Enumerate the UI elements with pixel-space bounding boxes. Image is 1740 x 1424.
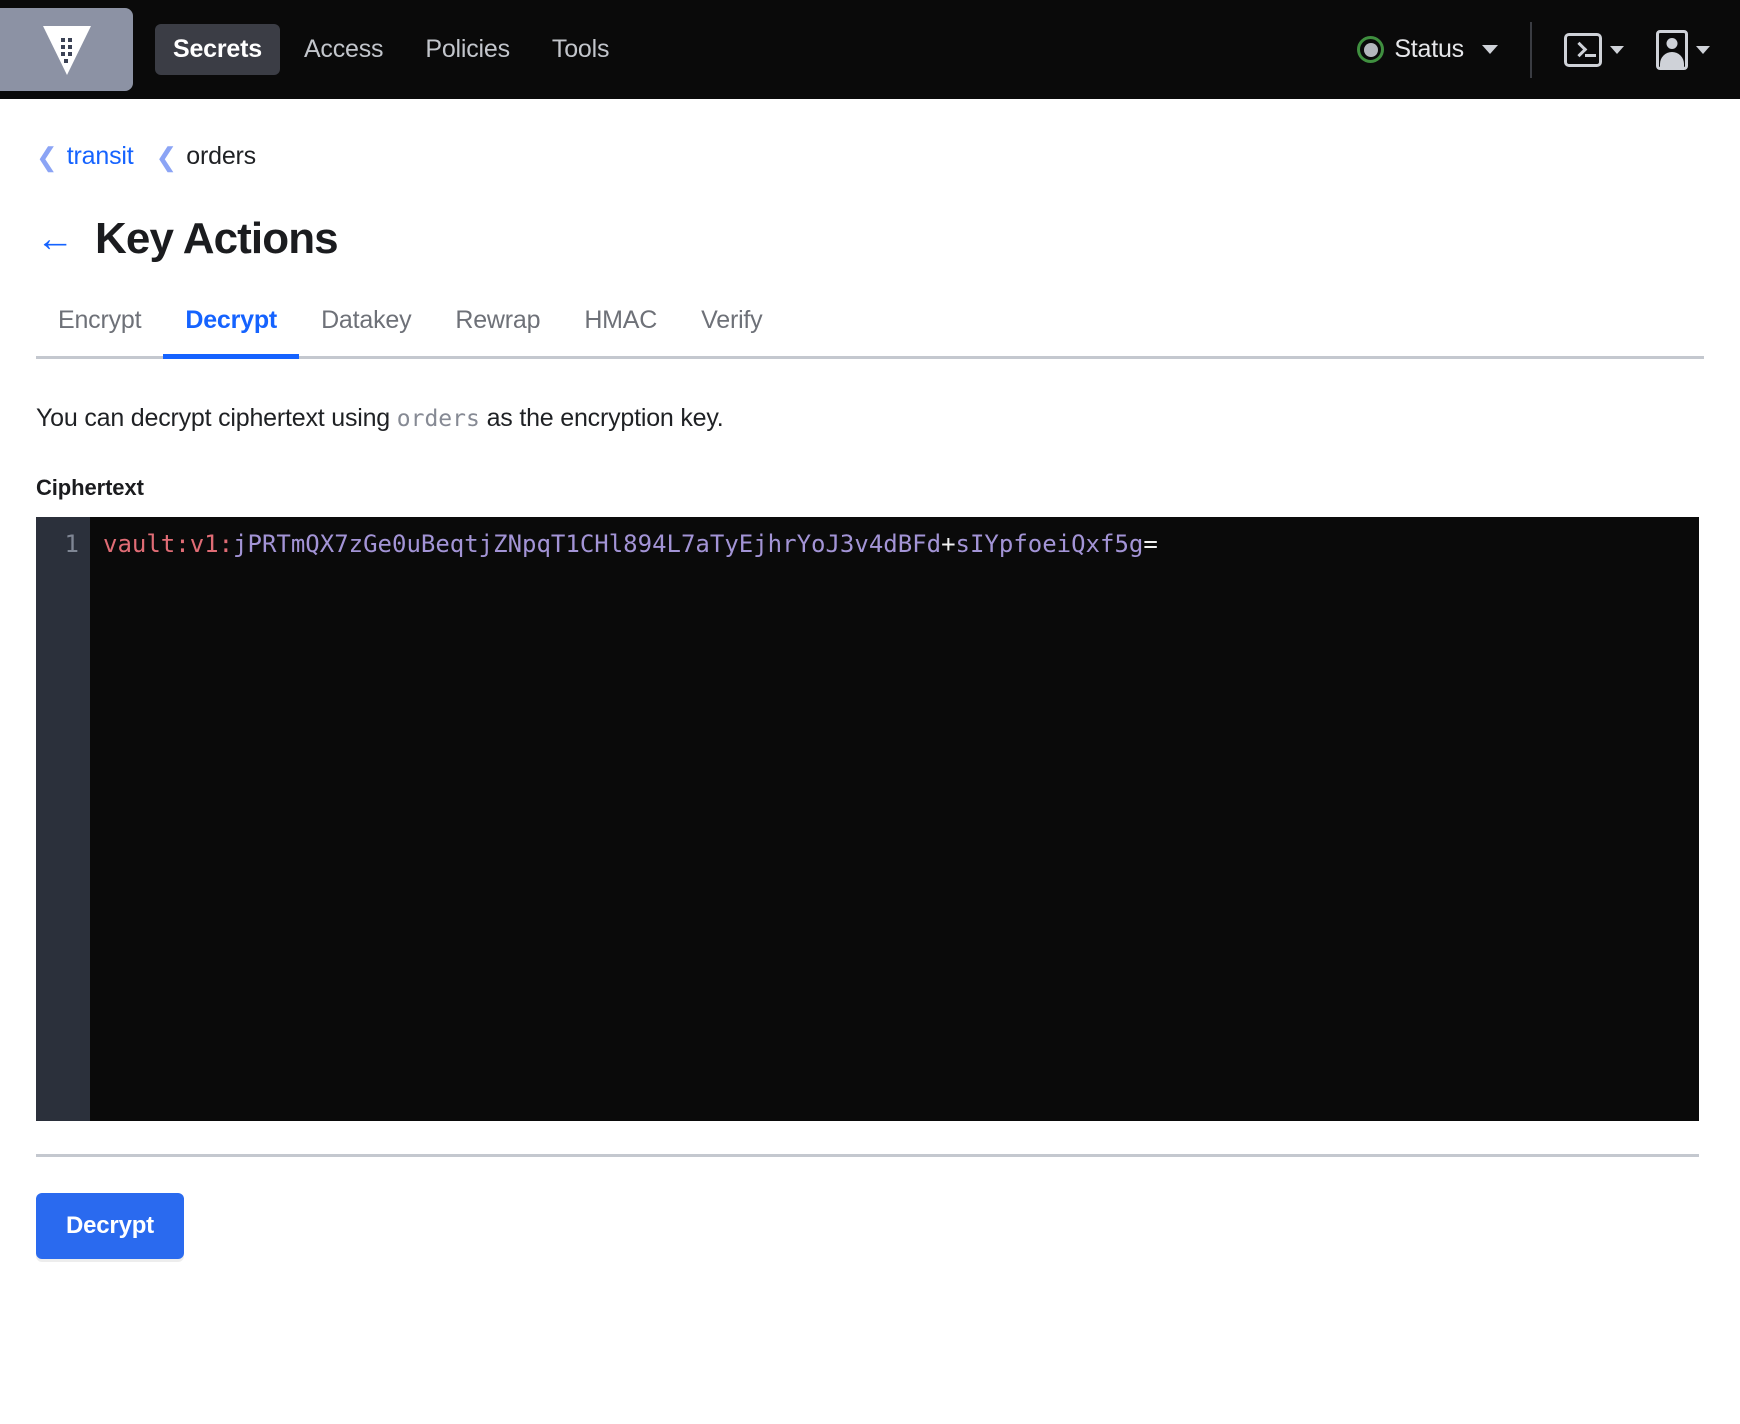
breadcrumb-separator-icon: ❮ — [36, 141, 58, 172]
description-key-name: orders — [396, 406, 480, 432]
tab-datakey[interactable]: Datakey — [299, 306, 433, 356]
form-divider — [36, 1154, 1699, 1157]
nav-item-secrets[interactable]: Secrets — [155, 24, 280, 75]
nav-item-policies[interactable]: Policies — [407, 24, 528, 75]
editor-code-area[interactable]: vault:v1:jPRTmQX7zGe0uBeqtjZNpqT1CHl894L… — [90, 517, 1699, 1121]
user-icon — [1656, 29, 1688, 70]
ciphertext-editor[interactable]: 1 vault:v1:jPRTmQX7zGe0uBeqtjZNpqT1CHl89… — [36, 517, 1699, 1121]
page-header: ← Key Actions — [36, 214, 1704, 264]
tab-rewrap[interactable]: Rewrap — [433, 306, 562, 356]
editor-gutter: 1 — [36, 517, 90, 1121]
top-navigation-bar: Secrets Access Policies Tools Status — [0, 0, 1740, 99]
tab-verify[interactable]: Verify — [679, 306, 784, 356]
ciphertext-value: vault:v1:jPRTmQX7zGe0uBeqtjZNpqT1CHl894L… — [103, 528, 1699, 561]
ciphertext-label: Ciphertext — [36, 475, 144, 500]
tab-hmac[interactable]: HMAC — [562, 306, 679, 356]
nav-item-tools[interactable]: Tools — [534, 24, 627, 75]
page-title: Key Actions — [95, 214, 339, 263]
vault-logo-icon — [41, 22, 93, 78]
tab-encrypt[interactable]: Encrypt — [36, 306, 163, 356]
description-text-after: as the encryption key. — [479, 404, 724, 432]
ciphertext-plus-token: + — [941, 530, 956, 558]
chevron-down-icon — [1482, 45, 1498, 54]
chevron-down-icon — [1696, 45, 1710, 54]
status-indicator-icon — [1357, 36, 1385, 63]
user-menu-button[interactable] — [1652, 26, 1714, 74]
nav-item-access[interactable]: Access — [286, 24, 401, 75]
page-content: ❮ transit ❮ orders ← Key Actions Encrypt… — [0, 99, 1740, 1259]
nav-right-group: Status — [1353, 21, 1740, 78]
chevron-down-icon — [1610, 45, 1624, 54]
primary-nav: Secrets Access Policies Tools — [155, 24, 627, 75]
ciphertext-equals-token: = — [1143, 530, 1158, 558]
key-actions-tabs: Encrypt Decrypt Datakey Rewrap HMAC Veri… — [36, 306, 1704, 359]
description-text-before: You can decrypt ciphertext using — [36, 404, 397, 432]
ciphertext-prefix-token: vault:v1: — [103, 530, 234, 558]
ciphertext-tail-token: sIYpfoeiQxf5g — [955, 530, 1144, 558]
vault-logo-button[interactable] — [0, 8, 133, 91]
breadcrumb-item-transit[interactable]: transit — [67, 142, 134, 171]
breadcrumb: ❮ transit ❮ orders — [36, 99, 1704, 171]
status-menu-button[interactable]: Status — [1353, 29, 1502, 70]
console-icon — [1564, 32, 1602, 67]
tab-decrypt[interactable]: Decrypt — [163, 306, 299, 359]
nav-divider — [1530, 21, 1532, 78]
back-arrow-icon[interactable]: ← — [36, 220, 74, 258]
editor-line-number: 1 — [64, 530, 79, 558]
console-toggle-button[interactable] — [1560, 29, 1628, 71]
decrypt-submit-button[interactable]: Decrypt — [36, 1193, 184, 1259]
decrypt-description: You can decrypt ciphertext using orders … — [36, 404, 1704, 433]
breadcrumb-separator-icon: ❮ — [155, 141, 178, 172]
breadcrumb-item-orders: orders — [186, 142, 256, 170]
status-label: Status — [1394, 35, 1464, 63]
ciphertext-body-token: jPRTmQX7zGe0uBeqtjZNpqT1CHl894L7aTyEjhrY… — [233, 530, 942, 558]
